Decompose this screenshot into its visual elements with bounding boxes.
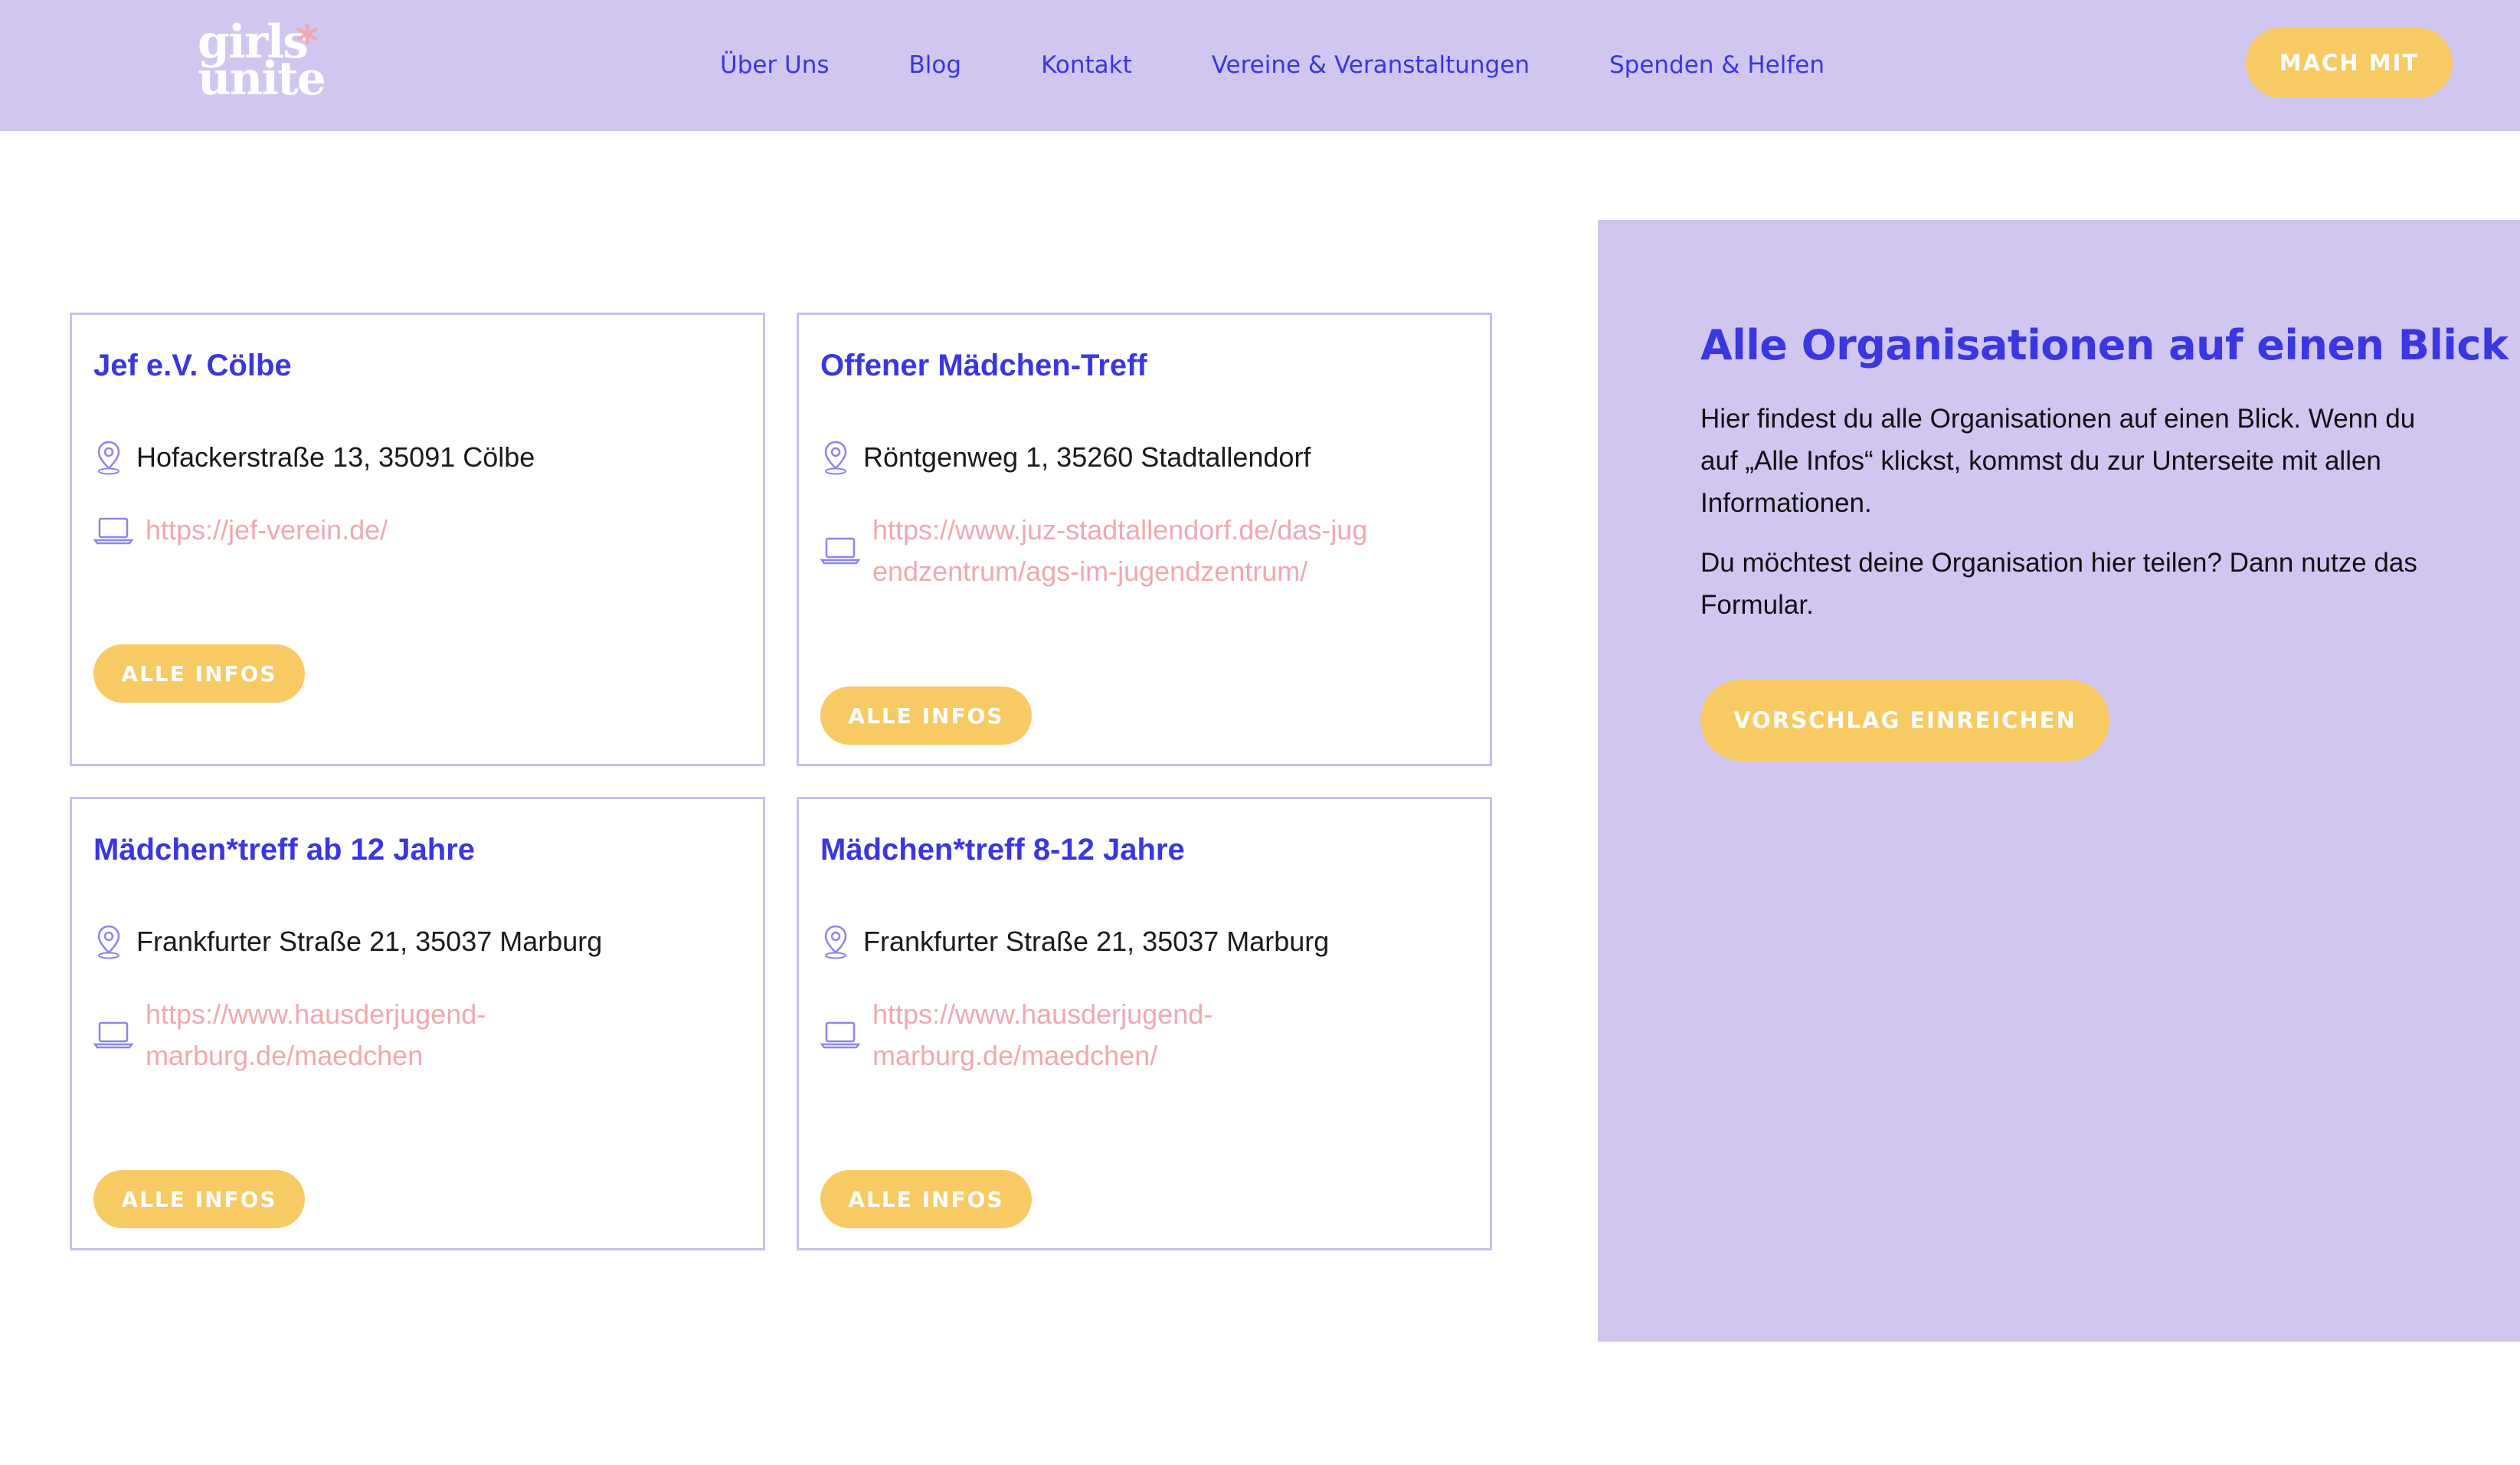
alle-infos-button[interactable]: ALLE INFOS bbox=[93, 1170, 305, 1228]
card-address-row: Frankfurter Straße 21, 35037 Marburg bbox=[820, 923, 1329, 960]
mach-mit-button[interactable]: MACH MIT bbox=[2246, 28, 2453, 98]
card-website-link[interactable]: https://jef-verein.de/ bbox=[146, 510, 388, 551]
girls-unite-logo[interactable]: girls * unite bbox=[198, 18, 328, 112]
side-panel-share-text: Du möchtest deine Organisation hier teil… bbox=[1700, 548, 2417, 620]
card-website-link[interactable]: https://www.hausderjugend-marburg.de/mae… bbox=[146, 994, 498, 1077]
nav-item-spenden-helfen[interactable]: Spenden & Helfen bbox=[1609, 51, 1825, 79]
card-website-row: https://www.hausderjugend-marburg.de/mae… bbox=[93, 994, 722, 1077]
card-website-row: https://jef-verein.de/ bbox=[93, 510, 722, 551]
laptop-icon bbox=[820, 537, 860, 565]
card-title[interactable]: Offener Mädchen-Treff bbox=[820, 349, 1147, 383]
card-website-row: https://www.juz-stadtallendorf.de/das-ju… bbox=[820, 510, 1448, 592]
card-title[interactable]: Mädchen*treff ab 12 Jahre bbox=[93, 833, 475, 867]
side-panel-intro-text: Hier findest du alle Organisationen auf … bbox=[1700, 404, 2416, 518]
side-panel-title: Alle Organisationen auf einen Blick bbox=[1700, 321, 2509, 369]
location-pin-icon bbox=[824, 441, 847, 475]
card-address-row: Hofackerstraße 13, 35091 Cölbe bbox=[93, 439, 535, 476]
alle-infos-button[interactable]: ALLE INFOS bbox=[820, 1170, 1032, 1228]
organization-card: Offener Mädchen-Treff Röntgenweg 1, 3526… bbox=[797, 313, 1492, 766]
card-address: Röntgenweg 1, 35260 Stadtallendorf bbox=[863, 441, 1311, 473]
alle-infos-button[interactable]: ALLE INFOS bbox=[820, 687, 1032, 745]
card-address: Hofackerstraße 13, 35091 Cölbe bbox=[136, 441, 535, 473]
organization-card: Mädchen*treff ab 12 Jahre Frankfurter St… bbox=[70, 797, 765, 1250]
nav-item-blog[interactable]: Blog bbox=[909, 51, 962, 79]
card-address: Frankfurter Straße 21, 35037 Marburg bbox=[136, 926, 603, 957]
location-pin-icon bbox=[97, 925, 120, 959]
nav-item-ueber-uns[interactable]: Über Uns bbox=[720, 51, 830, 79]
main-nav: Über Uns Blog Kontakt Vereine & Veransta… bbox=[720, 46, 1825, 84]
site-header: girls * unite Über Uns Blog Kontakt Vere… bbox=[0, 0, 2520, 131]
nav-item-kontakt[interactable]: Kontakt bbox=[1041, 51, 1132, 79]
card-address: Frankfurter Straße 21, 35037 Marburg bbox=[863, 926, 1330, 957]
laptop-icon bbox=[93, 517, 133, 545]
organization-card: Mädchen*treff 8-12 Jahre Frankfurter Str… bbox=[797, 797, 1492, 1250]
location-pin-icon bbox=[824, 925, 847, 959]
vorschlag-einreichen-button[interactable]: VORSCHLAG EINREICHEN bbox=[1700, 680, 2109, 761]
laptop-icon bbox=[93, 1021, 133, 1049]
card-website-row: https://www.hausderjugend-marburg.de/mae… bbox=[820, 994, 1448, 1077]
card-title[interactable]: Mädchen*treff 8-12 Jahre bbox=[820, 833, 1185, 867]
card-website-link[interactable]: https://www.juz-stadtallendorf.de/das-ju… bbox=[872, 510, 1378, 592]
card-title[interactable]: Jef e.V. Cölbe bbox=[93, 349, 292, 383]
logo-text-unite: unite bbox=[198, 52, 326, 106]
info-side-panel: Alle Organisationen auf einen Blick Hier… bbox=[1598, 220, 2520, 1342]
location-pin-icon bbox=[97, 441, 120, 475]
card-address-row: Frankfurter Straße 21, 35037 Marburg bbox=[93, 923, 602, 960]
card-website-link[interactable]: https://www.hausderjugend-marburg.de/mae… bbox=[872, 994, 1225, 1077]
laptop-icon bbox=[820, 1021, 860, 1049]
alle-infos-button[interactable]: ALLE INFOS bbox=[93, 644, 305, 703]
nav-item-vereine-veranstaltungen[interactable]: Vereine & Veranstaltungen bbox=[1212, 51, 1530, 79]
organization-card: Jef e.V. Cölbe Hofackerstraße 13, 35091 … bbox=[70, 313, 765, 766]
card-address-row: Röntgenweg 1, 35260 Stadtallendorf bbox=[820, 439, 1311, 476]
